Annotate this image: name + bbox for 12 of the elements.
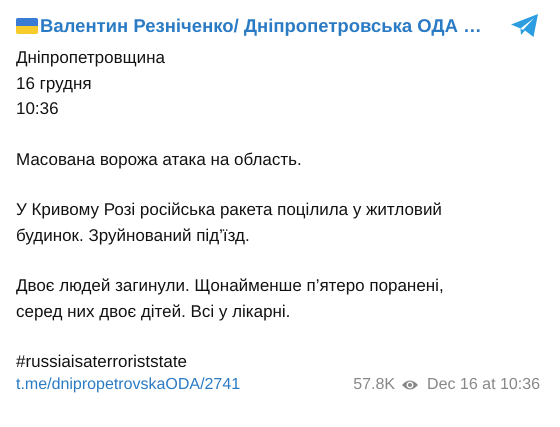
paragraph: Дніпропетровщина 16 грудня 10:36: [16, 47, 166, 120]
post-date: Dec 16 at 10:36: [427, 376, 540, 394]
paragraph: #russiaisaterroriststate: [16, 351, 188, 373]
channel-title[interactable]: Валентин Резніченко/ Дніпропетровська ОДА …: [40, 15, 482, 37]
paragraph: Двоє людей загинули. Щонайменше п’ятеро поранені, серед них двоє дітей. Всі у лікарні.: [16, 275, 445, 322]
eye-icon: [401, 378, 420, 390]
paragraph: Масована ворожа атака на область.: [16, 148, 303, 170]
paragraph: У Кривому Розі російська ракета поцілила у житловий будинок. Зруйнований під’їзд.: [16, 199, 443, 246]
flag-icon: [16, 18, 38, 34]
view-count: 57.8K: [353, 376, 396, 394]
paper-plane-icon: [510, 13, 540, 39]
post-link[interactable]: t.me/dnipropetrovskaODA/2741: [16, 376, 240, 394]
